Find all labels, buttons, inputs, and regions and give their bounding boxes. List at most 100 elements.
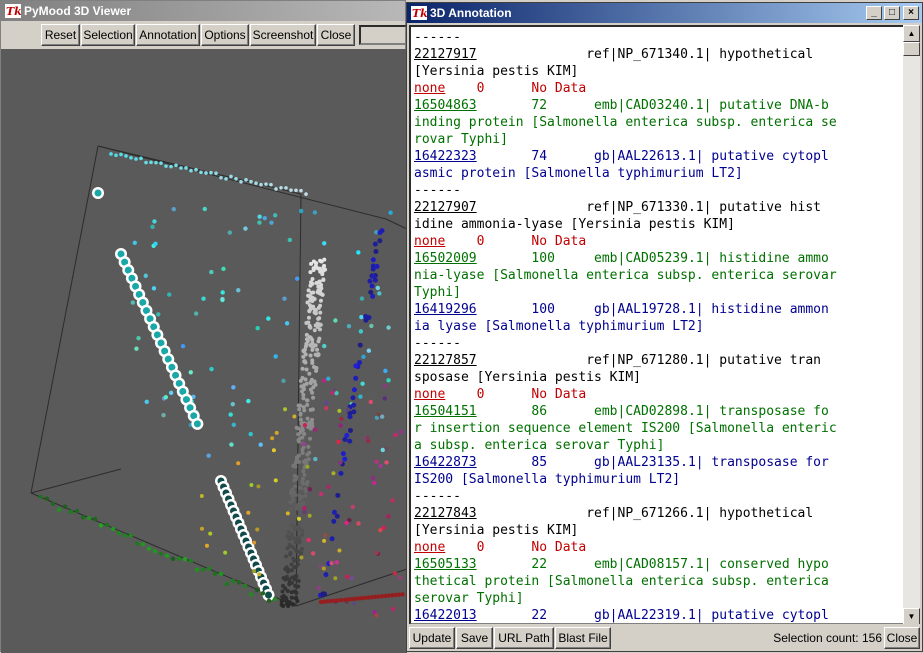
accession-link[interactable]: none (414, 234, 445, 249)
scatter-point (386, 514, 391, 519)
scroll-up-icon[interactable]: ▲ (903, 25, 920, 42)
accession-link[interactable]: none (414, 387, 445, 402)
scatter-point (286, 529, 291, 534)
minimize-icon[interactable]: _ (866, 6, 882, 20)
scatter-point (164, 553, 170, 558)
scatter-point (384, 460, 389, 465)
annotation-text[interactable]: ------ 22127917 ref|NP_671340.1| hypothet… (409, 25, 905, 625)
scatter-point (301, 392, 306, 397)
scatter-point (350, 395, 356, 401)
annotation-text-segment: 22 gb|AAL22319.1| putative cytopl (476, 608, 829, 623)
annotation-line: ------ (414, 488, 903, 505)
scatter-point (179, 166, 183, 170)
scatter-point (224, 581, 230, 587)
scatter-point (62, 504, 68, 509)
annotation-line: sposase [Yersinia pestis KIM] (414, 369, 903, 386)
accession-link[interactable]: none (414, 540, 445, 555)
accession-link[interactable]: 16422873 (414, 455, 477, 470)
scatter-point (129, 155, 133, 160)
save-button[interactable]: Save (456, 627, 493, 649)
scatter-point (230, 401, 235, 407)
scatter-point (140, 542, 146, 547)
annotation-line: 22127857 ref|NP_671280.1| putative tran (414, 352, 903, 369)
scroll-down-icon[interactable]: ▼ (903, 608, 920, 625)
scatter-point (353, 375, 359, 381)
3d-viewport[interactable] (1, 49, 407, 653)
reset-button[interactable]: Reset (41, 24, 80, 46)
vertical-scrollbar[interactable]: ▲ ▼ (903, 25, 920, 625)
annotation-button[interactable]: Annotation (136, 24, 200, 46)
scatter-point (38, 494, 44, 500)
accession-link[interactable]: 22127857 (414, 353, 477, 368)
accession-link[interactable]: none (414, 81, 445, 96)
scatter-point (199, 494, 204, 499)
scatter-point (280, 589, 285, 594)
annotation-titlebar[interactable]: Tk 3D Annotation _ □ × (407, 3, 922, 23)
scatter-point (368, 399, 373, 405)
scatter-point (246, 398, 251, 404)
scatter-point (273, 354, 278, 359)
maximize-icon[interactable]: □ (884, 6, 900, 20)
selection-button[interactable]: Selection (81, 24, 135, 46)
close-annotation-button[interactable]: Close (884, 627, 920, 649)
scatter-point (297, 436, 302, 441)
scatter-point (227, 230, 233, 235)
scatter-point (281, 378, 286, 384)
scatter-point (304, 381, 309, 386)
scatter-point (68, 509, 74, 515)
scatter-point (310, 551, 316, 556)
accession-link[interactable]: 22127917 (414, 47, 477, 62)
scatter-point (297, 521, 302, 526)
accession-link[interactable]: 16502009 (414, 251, 477, 266)
scatter-point (144, 399, 149, 405)
scatter-point (298, 411, 303, 416)
viewer-entry-field[interactable] (359, 25, 407, 45)
scatter-point (266, 316, 271, 321)
scatter-point (397, 575, 403, 581)
accession-link[interactable]: 22127843 (414, 506, 477, 521)
accession-link[interactable]: 16422323 (414, 149, 477, 164)
scatter-point (290, 489, 295, 494)
accession-link[interactable]: 16419296 (414, 302, 477, 317)
accession-link[interactable]: 16504863 (414, 98, 477, 113)
annotation-text-segment: 22 emb|CAD08157.1| conserved hypo (476, 557, 829, 572)
scatter-point (337, 460, 343, 465)
scatter-point (361, 354, 366, 359)
scatter-point (312, 210, 318, 215)
screenshot-button[interactable]: Screenshot (250, 24, 316, 46)
scatter-point (86, 515, 92, 521)
scatter-point (340, 451, 346, 457)
close-viewer-button[interactable]: Close (317, 24, 355, 46)
annotation-window: Tk 3D Annotation _ □ × ------ 22127917 re… (406, 2, 923, 652)
accession-link[interactable]: 16422013 (414, 608, 477, 623)
scatter-point (301, 396, 306, 401)
options-button[interactable]: Options (201, 24, 249, 46)
viewer-titlebar[interactable]: Tk PyMood 3D Viewer (1, 1, 405, 21)
scatter-point (282, 596, 287, 601)
scatter-point (209, 366, 214, 372)
3d-scatter-canvas[interactable] (1, 49, 407, 653)
scatter-point (307, 309, 312, 314)
close-icon[interactable]: × (903, 6, 919, 20)
scatter-point (356, 521, 361, 526)
scatter-point (372, 480, 377, 486)
scatter-point (199, 526, 204, 531)
update-button[interactable]: Update (409, 627, 455, 649)
blast-file-button[interactable]: Blast File (555, 627, 611, 649)
scatter-point (152, 549, 158, 554)
accession-link[interactable]: 16504151 (414, 404, 477, 419)
scatter-point (300, 476, 305, 481)
scatter-point (379, 228, 385, 234)
scatter-point (282, 296, 287, 301)
url-path-button[interactable]: URL Path (494, 627, 554, 649)
accession-link[interactable]: 22127907 (414, 200, 477, 215)
accession-link[interactable]: 16505133 (414, 557, 477, 572)
scatter-point (311, 290, 316, 295)
scatter-point (331, 471, 336, 476)
scroll-thumb[interactable] (903, 42, 920, 56)
viewer-window: Tk PyMood 3D Viewer Reset Selection Anno… (0, 0, 407, 653)
scatter-point (315, 347, 320, 352)
scatter-point (301, 348, 306, 353)
scatter-point (257, 220, 262, 225)
scatter-point (273, 478, 278, 483)
